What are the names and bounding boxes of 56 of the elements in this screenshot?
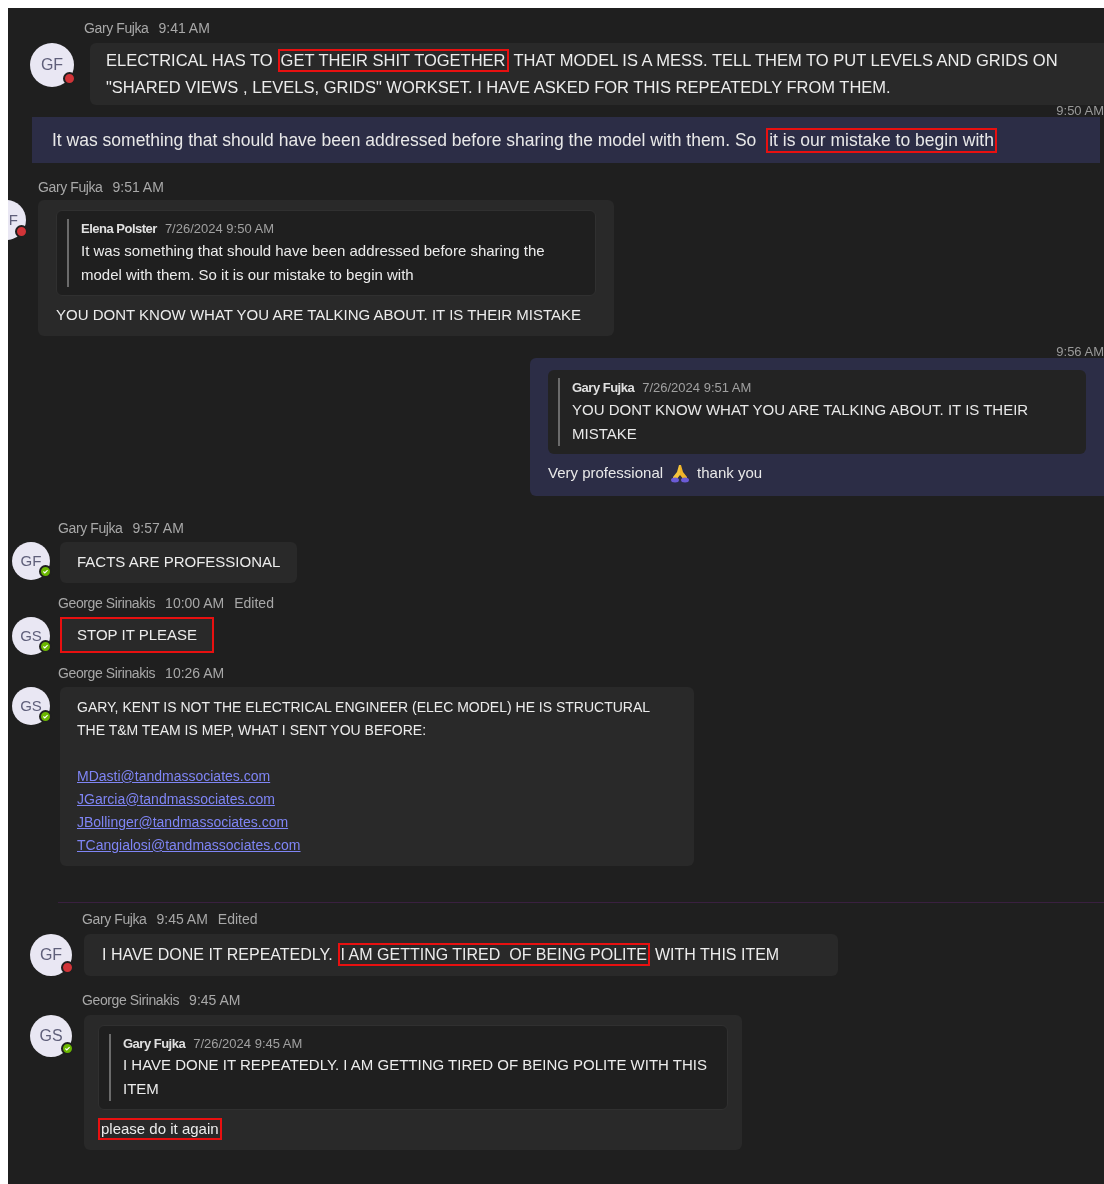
message-text: GARY, KENT IS NOT THE ELECTRICAL ENGINEER (ELEC MODEL) HE IS STRUCTURAL	[77, 697, 652, 717]
message-text: thank you	[697, 462, 763, 483]
highlighted-text: I AM GETTING TIRED OF BEING POLITE	[337, 943, 650, 967]
message-text: THE T&M TEAM IS MEP, WHAT I SENT YOU BEFORE:	[77, 720, 428, 740]
message-text: WITH THIS ITEM	[655, 944, 780, 965]
email-link[interactable]: JGarcia@tandmassociates.com	[77, 787, 275, 811]
message-text: Very professional	[548, 462, 664, 483]
sender-name: Gary Fujka	[84, 19, 149, 38]
message-text: I HAVE DONE IT REPEATEDLY.	[102, 944, 333, 965]
avatar-initials: GF	[40, 55, 64, 75]
message-time: 10:00 AM	[165, 593, 225, 613]
message-time: 9:50 AM	[1056, 105, 1104, 117]
message-text: FACTS ARE PROFESSIONAL	[77, 552, 281, 573]
quote-time: 7/26/2024 9:51 AM	[642, 379, 752, 398]
quote-author: Gary Fujka	[123, 1034, 186, 1053]
quote-author: Elena Polster	[81, 220, 157, 239]
highlighted-text: it is our mistake to begin with	[766, 127, 997, 153]
sender-name: Gary Fujka	[82, 909, 147, 929]
highlighted-text: GET THEIR SHIT TOGETHER	[277, 48, 509, 73]
quote-text: It was something that should have been addressed before sharing the model with them. So it is our mistake to begin with	[81, 240, 546, 285]
message-text: ELECTRICAL HAS TO	[106, 50, 273, 71]
email-link[interactable]: TCangialosi@tandmassociates.com	[77, 833, 301, 857]
avatar-initials: GF	[39, 944, 63, 965]
avatar-initials: F	[8, 210, 18, 230]
edited-label: Edited	[217, 909, 258, 929]
message-text: "SHARED VIEWS , LEVELS, GRIDS" WORKSET. I HAVE ASKED FOR THIS REPEATEDLY FROM THEM.	[106, 77, 892, 98]
email-link[interactable]: MDasti@tandmassociates.com	[77, 764, 271, 788]
avatar-initials: GS	[20, 695, 42, 716]
sender-name: George Sirinakis	[58, 593, 156, 613]
message-text: THAT MODEL IS A MESS. TELL THEM TO PUT LEVELS AND GRIDS ON	[513, 50, 1058, 71]
message-time: 9:57 AM	[132, 519, 184, 539]
email-link[interactable]: JBollinger@tandmassociates.com	[77, 810, 289, 834]
quote-author: Gary Fujka	[572, 379, 635, 398]
quote-text: I HAVE DONE IT REPEATEDLY. I AM GETTING TIRED OF BEING POLITE WITH THIS ITEM	[123, 1055, 708, 1100]
edited-label: Edited	[234, 593, 274, 613]
praying-hands-icon	[670, 463, 691, 483]
sender-name: Gary Fujka	[58, 519, 123, 539]
quote-time: 7/26/2024 9:45 AM	[193, 1034, 303, 1053]
message-time: 9:51 AM	[112, 178, 164, 198]
message-time: 9:45 AM	[156, 909, 208, 929]
quote-text: YOU DONT KNOW WHAT YOU ARE TALKING ABOUT. IT IS THEIR MISTAKE	[572, 399, 1030, 444]
message-text: STOP IT PLEASE	[77, 624, 198, 645]
message-time: 9:45 AM	[189, 990, 241, 1010]
message-text: It was something that should have been addressed before sharing the model with them. So	[52, 129, 758, 152]
message-time: 10:26 AM	[165, 663, 225, 683]
message-text: YOU DONT KNOW WHAT YOU ARE TALKING ABOUT. IT IS THEIR MISTAKE	[56, 304, 583, 325]
sender-name: George Sirinakis	[58, 663, 156, 683]
sender-name: George Sirinakis	[82, 990, 180, 1010]
avatar-initials: GS	[20, 625, 42, 646]
highlighted-text: please do it again	[98, 1118, 222, 1141]
quote-time: 7/26/2024 9:50 AM	[164, 220, 275, 239]
avatar-initials: GF	[20, 551, 42, 571]
message-time: 9:41 AM	[158, 19, 210, 38]
sender-name: Gary Fujka	[38, 178, 103, 198]
message-time: 9:56 AM	[1056, 346, 1104, 359]
avatar-initials: GS	[39, 1025, 63, 1046]
